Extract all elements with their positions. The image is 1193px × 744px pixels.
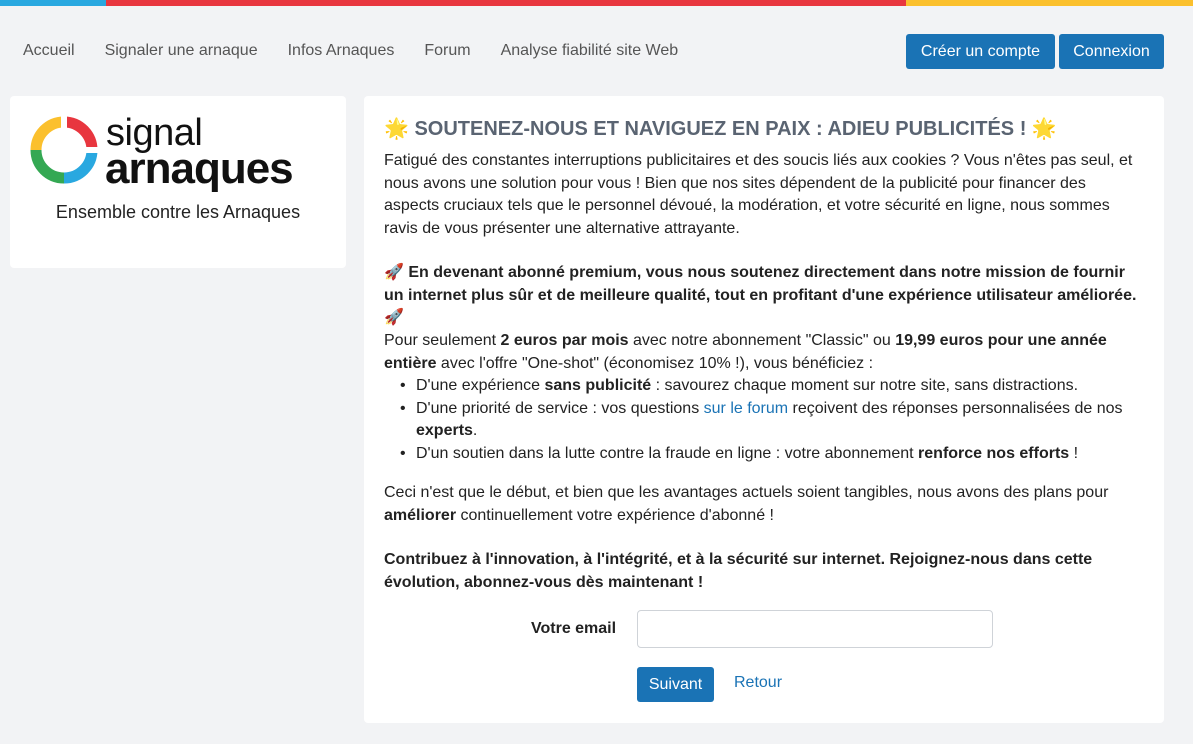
benefit-strong: experts	[416, 422, 473, 439]
list-item: D'une expérience sans publicité : savour…	[400, 375, 1144, 398]
next-button[interactable]: Suivant	[637, 667, 714, 702]
login-button[interactable]: Connexion	[1059, 34, 1164, 69]
nav-link-accueil[interactable]: Accueil	[23, 42, 75, 60]
nav-link-analyse[interactable]: Analyse fiabilité site Web	[501, 42, 679, 60]
nav-link-signaler[interactable]: Signaler une arnaque	[105, 42, 258, 60]
logo-card[interactable]: signal arnaques Ensemble contre les Arna…	[10, 96, 346, 268]
signal-arnaques-logo-icon	[30, 116, 98, 184]
forum-link[interactable]: sur le forum	[704, 400, 788, 417]
pricing-paragraph: Pour seulement 2 euros par mois avec not…	[384, 330, 1144, 375]
rocket-icon: 🚀	[384, 264, 404, 281]
future-text: Ceci n'est que le début, et bien que les…	[384, 484, 1109, 501]
list-item: D'un soutien dans la lutte contre la fra…	[400, 443, 1144, 466]
future-paragraph: Ceci n'est que le début, et bien que les…	[384, 482, 1144, 527]
title-text: SOUTENEZ-NOUS ET NAVIGUEZ EN PAIX : ADIE…	[414, 118, 1027, 140]
top-bar-red	[106, 0, 906, 6]
nav-link-forum[interactable]: Forum	[424, 42, 470, 60]
email-label: Votre email	[531, 620, 617, 637]
nav-links: Accueil Signaler une arnaque Infos Arnaq…	[23, 42, 708, 60]
top-bar-blue	[0, 0, 106, 6]
main-nav: Accueil Signaler une arnaque Infos Arnaq…	[0, 30, 1193, 74]
pricing-text: avec l'offre "One-shot" (économisez 10% …	[436, 354, 874, 372]
top-bar-yellow	[906, 0, 1193, 6]
benefit-text: .	[472, 422, 478, 439]
benefit-text: D'un soutien dans la lutte contre la fra…	[416, 444, 919, 462]
top-color-bar	[0, 0, 1193, 6]
benefit-text: : savourez chaque moment sur notre site,…	[651, 377, 1079, 394]
page-title: 🌟 SOUTENEZ-NOUS ET NAVIGUEZ EN PAIX : AD…	[384, 116, 1057, 141]
benefit-text: D'une priorité de service : vos question…	[416, 399, 704, 417]
benefits-list: D'une expérience sans publicité : savour…	[400, 375, 1144, 465]
nav-link-infos[interactable]: Infos Arnaques	[288, 42, 395, 60]
pricing-text: avec notre abonnement "Classic" ou	[628, 332, 896, 349]
future-text: continuellement votre expérience d'abonn…	[456, 506, 774, 524]
premium-text: En devenant abonné premium, vous nous so…	[384, 264, 1137, 304]
intro-paragraph: Fatigué des constantes interruptions pub…	[384, 152, 1133, 237]
star-icon: 🌟	[384, 118, 409, 140]
pricing-text: Pour seulement	[384, 332, 501, 349]
cta-paragraph: Contribuez à l'innovation, à l'intégrité…	[384, 551, 1093, 591]
star-icon-right: 🌟	[1031, 118, 1057, 140]
benefit-strong: sans publicité	[544, 377, 652, 394]
email-input[interactable]	[637, 610, 993, 648]
rocket-icon-right: 🚀	[384, 309, 404, 326]
back-link[interactable]: Retour	[734, 674, 782, 692]
future-strong: améliorer	[384, 506, 457, 524]
list-item: D'une priorité de service : vos question…	[400, 398, 1144, 443]
benefit-text: !	[1069, 444, 1079, 462]
benefit-text: D'une expérience	[416, 377, 545, 394]
benefit-text: reçoivent des réponses personnalisées de…	[788, 399, 1123, 417]
premium-paragraph: 🚀 En devenant abonné premium, vous nous …	[384, 262, 1144, 330]
price-monthly: 2 euros par mois	[500, 332, 629, 349]
subscription-card: 🌟 SOUTENEZ-NOUS ET NAVIGUEZ EN PAIX : AD…	[364, 96, 1164, 723]
create-account-button[interactable]: Créer un compte	[906, 34, 1055, 69]
benefit-strong: renforce nos efforts	[918, 444, 1070, 462]
logo-tagline: Ensemble contre les Arnaques	[55, 202, 301, 222]
logo-word-arnaques: arnaques	[105, 144, 294, 193]
